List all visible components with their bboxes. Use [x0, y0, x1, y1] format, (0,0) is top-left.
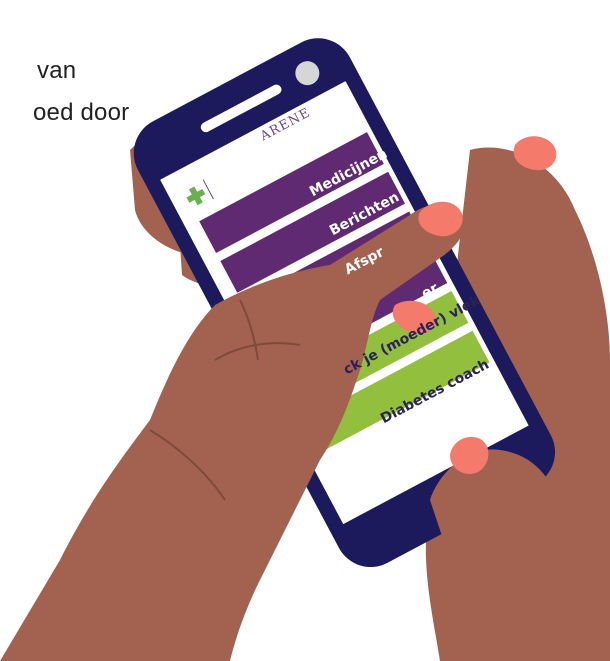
phone-illustration: ARENE Medicijnen Berichten Afspr er ck j… [0, 0, 610, 661]
